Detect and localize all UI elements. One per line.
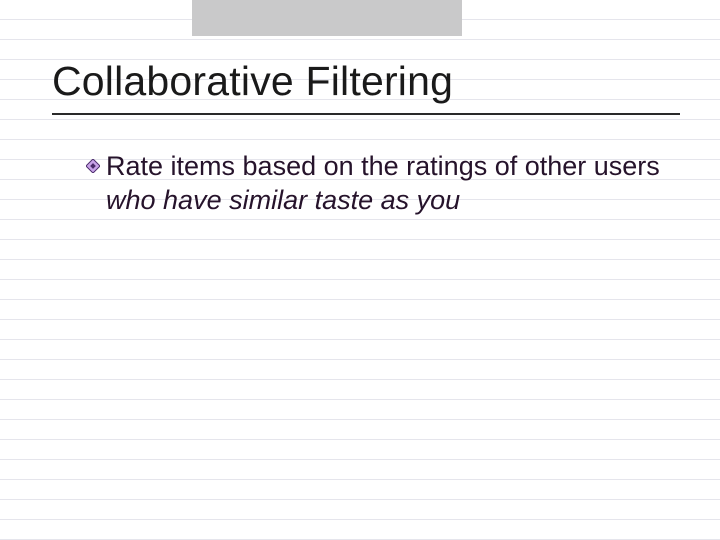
slide-title: Collaborative Filtering: [52, 58, 680, 105]
bullet-item: Rate items based on the ratings of other…: [86, 150, 660, 218]
slide: Collaborative Filtering Rate items based…: [0, 0, 720, 540]
top-accent-bar: [192, 0, 462, 36]
title-container: Collaborative Filtering: [52, 58, 680, 115]
bullet-text: Rate items based on the ratings of other…: [106, 150, 660, 218]
bullet-text-italic: who have similar taste as you: [106, 185, 460, 215]
bullet-text-plain: Rate items based on the ratings of other…: [106, 151, 660, 181]
diamond-icon: [86, 159, 100, 173]
content-area: Rate items based on the ratings of other…: [86, 150, 660, 218]
